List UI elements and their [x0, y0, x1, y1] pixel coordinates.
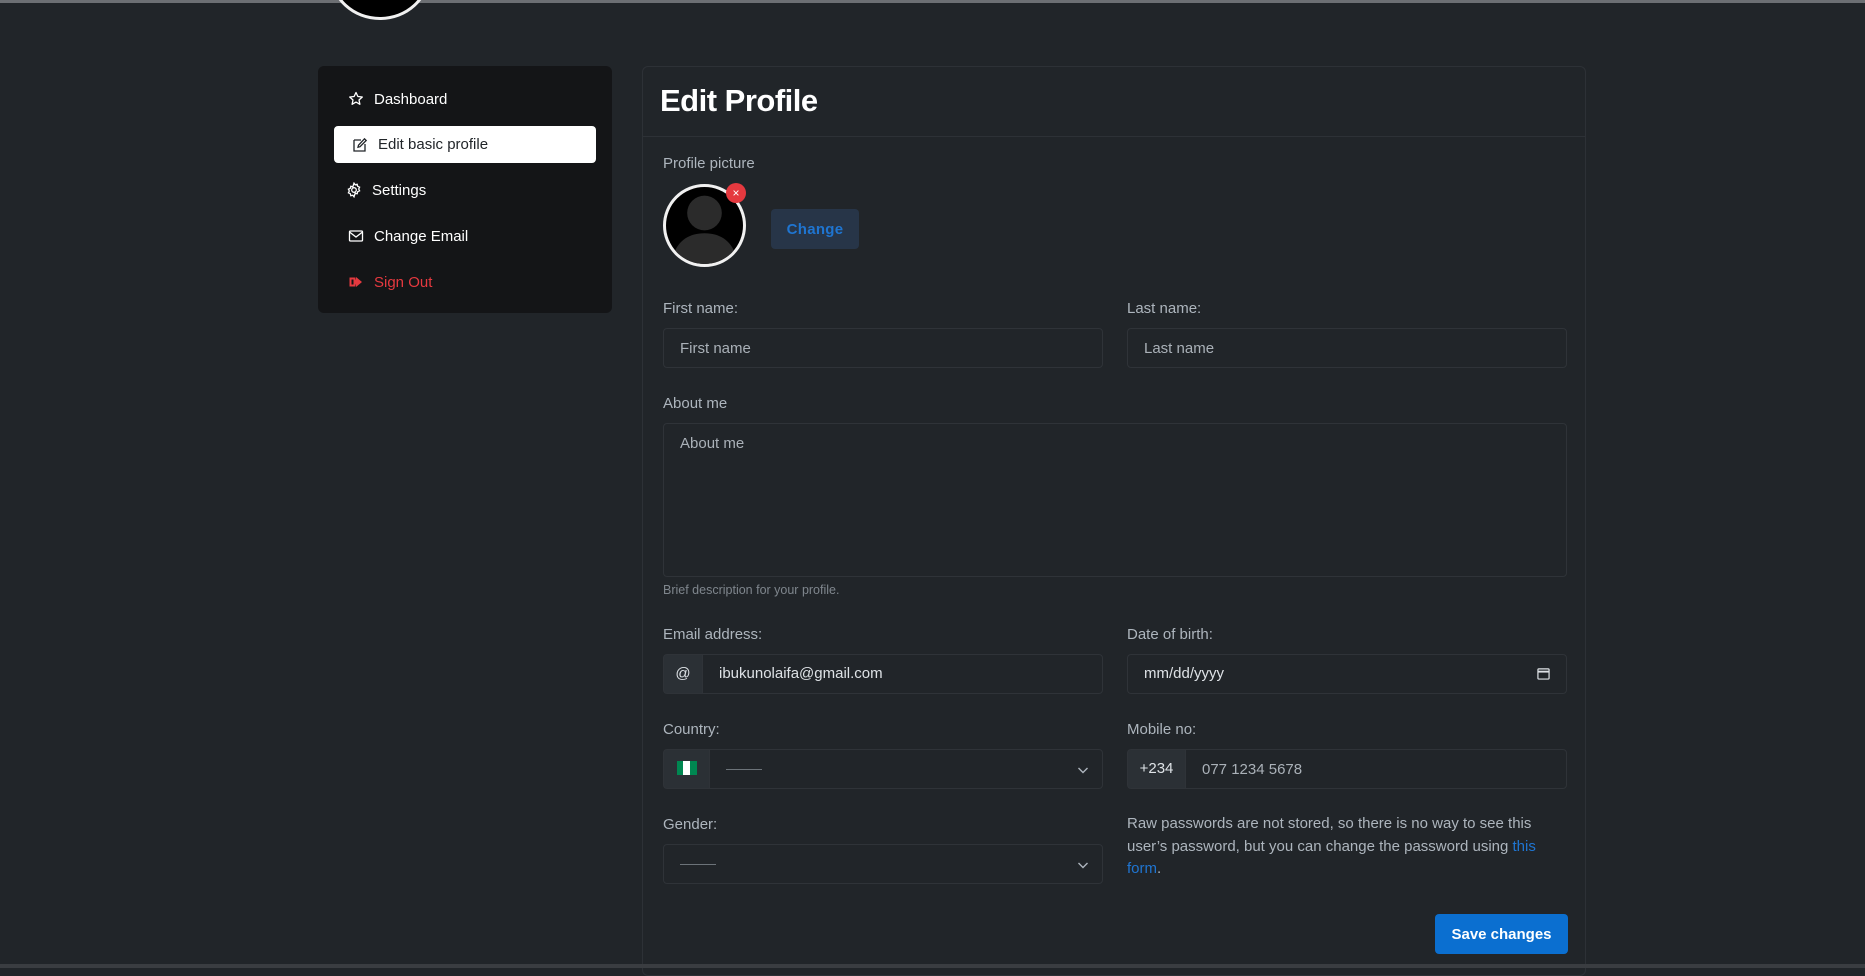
page-title: Edit Profile	[660, 83, 818, 118]
sidebar-item-label: Settings	[372, 181, 427, 199]
country-label: Country:	[663, 721, 720, 738]
sidebar-item-settings[interactable]: Settings	[334, 171, 596, 209]
first-name-label: First name:	[663, 300, 739, 317]
mobile-input[interactable]	[1185, 749, 1567, 789]
save-button[interactable]: Save changes	[1435, 914, 1568, 954]
dob-label: Date of birth:	[1127, 626, 1213, 643]
gender-selected-value	[680, 863, 716, 865]
sidebar-item-dashboard[interactable]: Dashboard	[334, 80, 596, 118]
sidebar-item-label: Edit basic profile	[378, 136, 489, 153]
about-help-text: Brief description for your profile.	[663, 583, 840, 597]
nigeria-flag-icon	[676, 761, 697, 776]
sidebar-item-label: Dashboard	[374, 90, 448, 108]
about-label: About me	[663, 395, 728, 412]
sidebar-item-edit-profile[interactable]: Edit basic profile	[334, 126, 596, 163]
sidebar-item-label: Sign Out	[374, 273, 433, 291]
password-note-suffix: .	[1157, 860, 1162, 877]
envelope-icon	[348, 230, 364, 242]
dob-placeholder: mm/dd/yyyy	[1144, 665, 1225, 682]
edit-icon	[353, 137, 368, 152]
change-picture-button[interactable]: Change	[771, 209, 859, 249]
sidebar-item-label: Change Email	[374, 227, 469, 245]
chevron-down-icon	[1078, 862, 1088, 869]
country-selected-value	[726, 768, 762, 770]
profile-picture-label: Profile picture	[663, 155, 755, 172]
star-icon	[349, 91, 363, 105]
about-textarea[interactable]	[663, 423, 1567, 577]
gear-icon	[347, 182, 361, 198]
chevron-down-icon	[1078, 767, 1088, 774]
calendar-icon[interactable]	[1537, 667, 1550, 680]
mobile-prefix: +234	[1127, 749, 1186, 789]
edit-profile-card: Edit Profile Profile picture × Change Fi…	[642, 66, 1586, 976]
header-avatar[interactable]	[330, 0, 430, 20]
top-border	[0, 0, 1865, 3]
dob-input[interactable]: mm/dd/yyyy	[1127, 654, 1567, 694]
first-name-input[interactable]	[663, 328, 1103, 368]
remove-picture-button[interactable]: ×	[726, 183, 746, 203]
email-field[interactable]: ibukunolaifa@gmail.com	[702, 654, 1103, 694]
password-note: Raw passwords are not stored, so there i…	[1127, 813, 1547, 881]
email-prefix: @	[663, 654, 703, 694]
sidebar-item-change-email[interactable]: Change Email	[334, 217, 596, 255]
last-name-label: Last name:	[1127, 300, 1202, 317]
sidebar: Dashboard Edit basic profile Settings Ch…	[318, 66, 612, 313]
country-flag	[663, 749, 710, 789]
mobile-label: Mobile no:	[1127, 721, 1197, 738]
email-label: Email address:	[663, 626, 763, 643]
country-select[interactable]	[709, 749, 1103, 789]
bottom-border	[0, 964, 1865, 968]
gender-select[interactable]	[663, 844, 1103, 884]
sidebar-item-sign-out[interactable]: Sign Out	[334, 263, 596, 301]
card-header: Edit Profile	[643, 67, 1585, 137]
sign-out-icon	[349, 277, 362, 287]
password-note-text: Raw passwords are not stored, so there i…	[1127, 815, 1532, 855]
last-name-input[interactable]	[1127, 328, 1567, 368]
gender-label: Gender:	[663, 816, 718, 833]
